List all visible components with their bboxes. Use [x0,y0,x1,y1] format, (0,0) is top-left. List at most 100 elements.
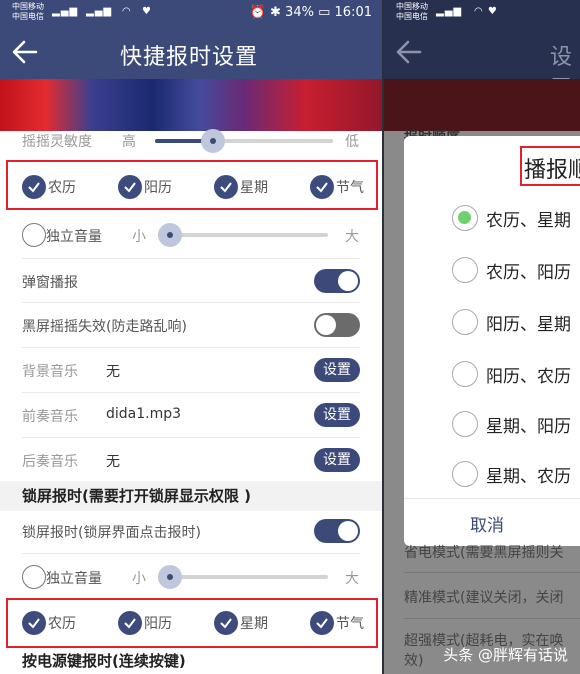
checkbox-weekday[interactable]: 星期 [214,175,268,199]
option-solar-lunar[interactable]: 阳历、农历 [404,356,571,390]
checkbox-solar[interactable]: 阳历 [118,175,172,199]
popup-broadcast-toggle[interactable] [314,269,360,293]
option-weekday-solar[interactable]: 星期、阳历 [404,406,571,440]
broadcast-items-row: 农历 阳历 星期 节气 [0,175,382,199]
black-screen-label: 黑屏摇摇失效(防走路乱响) [22,319,187,335]
status-right: ⏰ ✱ 34% ▭ 16:01 [250,5,372,20]
bg-music-set-button[interactable]: 设置 [314,358,360,382]
checkbox-lunar[interactable]: 农历 [22,175,76,199]
lock-volume-small-label: 小 [132,571,146,587]
lock-volume-knob[interactable] [158,565,182,589]
carrier-info: 中国移动 中国电信 [12,2,44,22]
option-solar-weekday[interactable]: 阳历、星期 [404,304,571,338]
popup-broadcast-row: 弹窗播报 [0,269,382,293]
title-bar: 快捷报时设置 [0,27,382,79]
intro-music-set-button[interactable]: 设置 [314,403,360,427]
back-arrow-icon[interactable] [394,35,424,69]
dimmed-banner [384,79,580,131]
black-screen-toggle[interactable] [314,313,360,337]
volume-radio[interactable] [22,223,46,247]
radio-icon [452,411,478,437]
volume-label: 独立音量 [46,229,102,245]
divider [22,258,360,259]
lock-volume-row: 独立音量 小 大 [0,565,382,589]
check-icon [22,611,46,635]
outro-music-label: 后奏音乐 [22,454,78,470]
radio-icon [452,361,478,387]
settings-screen: 中国移动 中国电信 ▂▄▆ ▂▄▆ ◠ ♥ ⏰ ✱ 34% ▭ 16:01 快捷… [0,0,382,674]
volume-track[interactable] [158,233,328,237]
lock-broadcast-label: 锁屏报时(锁屏界面点击报时) [22,525,201,541]
power-save-mode: 省电模式(需要黑屏摇则关 [404,545,564,561]
wifi-icon: ◠ [122,6,132,17]
divider [22,302,360,303]
radio-icon [452,309,478,335]
shake-sensitivity-label: 摇摇灵敏度 [22,134,92,150]
super-mode-cont: 效) [404,653,424,669]
bg-music-value: 无 [106,364,120,380]
lock-volume-large-label: 大 [345,571,359,587]
popup-broadcast-label: 弹窗播报 [22,275,78,291]
lock-items-row: 农历 阳历 星期 节气 [0,611,382,635]
dialog-divider [404,498,580,499]
carrier-info-right: 中国移动 中国电信 [396,2,428,21]
back-arrow-icon[interactable] [10,35,40,69]
option-lunar-solar[interactable]: 农历、阳历 [404,252,571,286]
outro-music-row: 后奏音乐 无 设置 [0,448,382,472]
check-icon [118,611,142,635]
page-title: 快捷报时设置 [120,45,259,70]
radio-icon [452,461,478,487]
lock-checkbox-weekday[interactable]: 星期 [214,611,268,635]
sensitivity-low-label: 低 [345,134,359,150]
title-bar-right: 设置 [384,27,580,102]
check-icon [22,175,46,199]
checkbox-solar-term[interactable]: 节气 [310,175,364,199]
title-highlight-box [520,146,580,186]
lock-volume-label: 独立音量 [46,571,102,587]
signal-icon-right: ▂▄▆ [436,6,463,17]
lock-broadcast-row: 锁屏报时(锁屏界面点击报时) [0,519,382,543]
divider [22,553,360,554]
bg-music-label: 背景音乐 [22,364,78,380]
option-lunar-weekday[interactable]: 农历、星期 [404,200,571,234]
carrier-top: 中国移动 [12,2,44,11]
volume-knob[interactable] [158,223,182,247]
cancel-button[interactable]: 取消 [470,511,504,536]
divider [22,392,360,393]
lock-checkbox-solar-term[interactable]: 节气 [310,611,364,635]
order-dialog: 播报顺 农历、星期 农历、阳历 阳历、星期 阳历、农历 星期、阳历 星期、农历 … [404,136,580,546]
status-bar: 中国移动 中国电信 ▂▄▆ ▂▄▆ ◠ ♥ ⏰ ✱ 34% ▭ 16:01 [0,0,382,27]
carrier-bottom: 中国电信 [12,12,44,21]
dialog-screen: 中国移动 中国电信 ▂▄▆ ◠ ♥ 设置 报时顺序 播报顺 农历、星期 农历、阳… [384,0,580,674]
lock-checkbox-lunar[interactable]: 农历 [22,611,76,635]
watermark: 头条 @胖辉有话说 [443,646,568,664]
lock-broadcast-toggle[interactable] [314,519,360,543]
intro-music-value: dida1.mp3 [106,406,182,422]
wifi-icon-right: ◠ ♥ [474,6,498,17]
sensitivity-high-label: 高 [122,134,136,150]
radio-icon [452,257,478,283]
precise-mode: 精准模式(建议关闭，关闭 [404,590,564,606]
lock-checkbox-solar[interactable]: 阳历 [118,611,172,635]
outro-music-set-button[interactable]: 设置 [314,448,360,472]
divider [404,572,580,573]
ad-banner[interactable] [0,79,382,131]
check-icon [310,611,334,635]
signal-icon: ▂▄▆ [52,6,79,17]
battery-icon: ▭ [318,5,331,20]
lock-volume-track[interactable] [158,575,328,579]
signal-icon-2: ▂▄▆ [86,6,113,17]
option-weekday-lunar[interactable]: 星期、农历 [404,456,571,490]
check-icon [118,175,142,199]
check-icon [310,175,334,199]
volume-small-label: 小 [132,229,146,245]
power-section-header: 按电源键报时(连续按键) [0,649,382,674]
volume-large-label: 大 [345,229,359,245]
alarm-icon: ⏰ [249,5,266,20]
lock-volume-radio[interactable] [22,565,46,589]
check-icon [214,175,238,199]
sensitivity-knob[interactable] [201,129,225,153]
status-bar-right: 中国移动 中国电信 ▂▄▆ ◠ ♥ [384,0,580,27]
bluetooth-icon: ✱ [270,5,281,20]
lock-section-header: 锁屏报时(需要打开锁屏显示权限 ) [0,481,382,511]
